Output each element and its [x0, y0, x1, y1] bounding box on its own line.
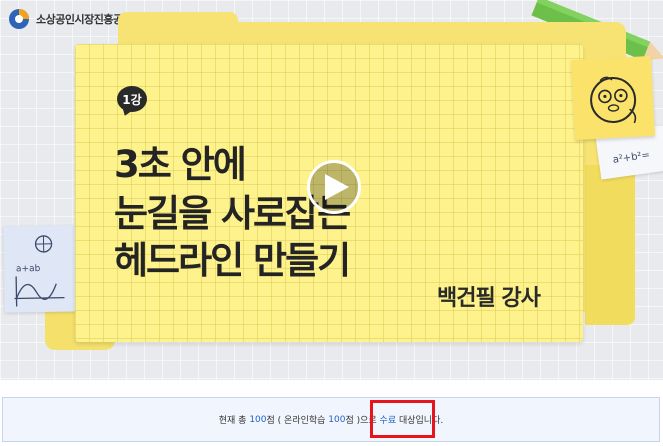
instructor-name: 백건필 강사 — [437, 286, 541, 311]
title-line-1: 3초 안에 — [114, 143, 247, 186]
play-icon — [324, 174, 349, 200]
org-logo: 소상공인시장진흥공단 — [8, 8, 133, 30]
total-score: 100 — [249, 414, 267, 425]
character-face-icon — [590, 76, 637, 124]
sticky-note-graph: a+ab — [3, 225, 79, 313]
sticky-math-left: a+ab — [16, 264, 41, 274]
sticky-note-character — [570, 55, 656, 141]
lecture-video-player[interactable]: 소상공인시장진흥공단 a+ab 1강 3초 안에 눈길을 사로잡는 헤드라인 만… — [0, 0, 663, 380]
completion-notice: 현재 총 100 점 ( 온라인학습 100 점 )으로 수료 대상입니다. — [2, 397, 660, 442]
title-line-3: 헤드라인 만들기 — [114, 239, 351, 282]
sticky-math-right: a²+b²= — [612, 150, 650, 166]
notice-prefix: 현재 총 — [218, 416, 250, 426]
lesson-badge: 1강 — [117, 86, 147, 112]
online-score: 100 — [328, 414, 346, 425]
folder-edge — [585, 165, 635, 325]
graph-sketch-icon: a+ab — [14, 235, 65, 307]
annotation-highlight-box — [370, 400, 435, 438]
play-button[interactable] — [307, 160, 361, 214]
notice-mid-1: 점 ( 온라인학습 — [266, 416, 329, 426]
semas-logo-icon — [9, 9, 29, 29]
